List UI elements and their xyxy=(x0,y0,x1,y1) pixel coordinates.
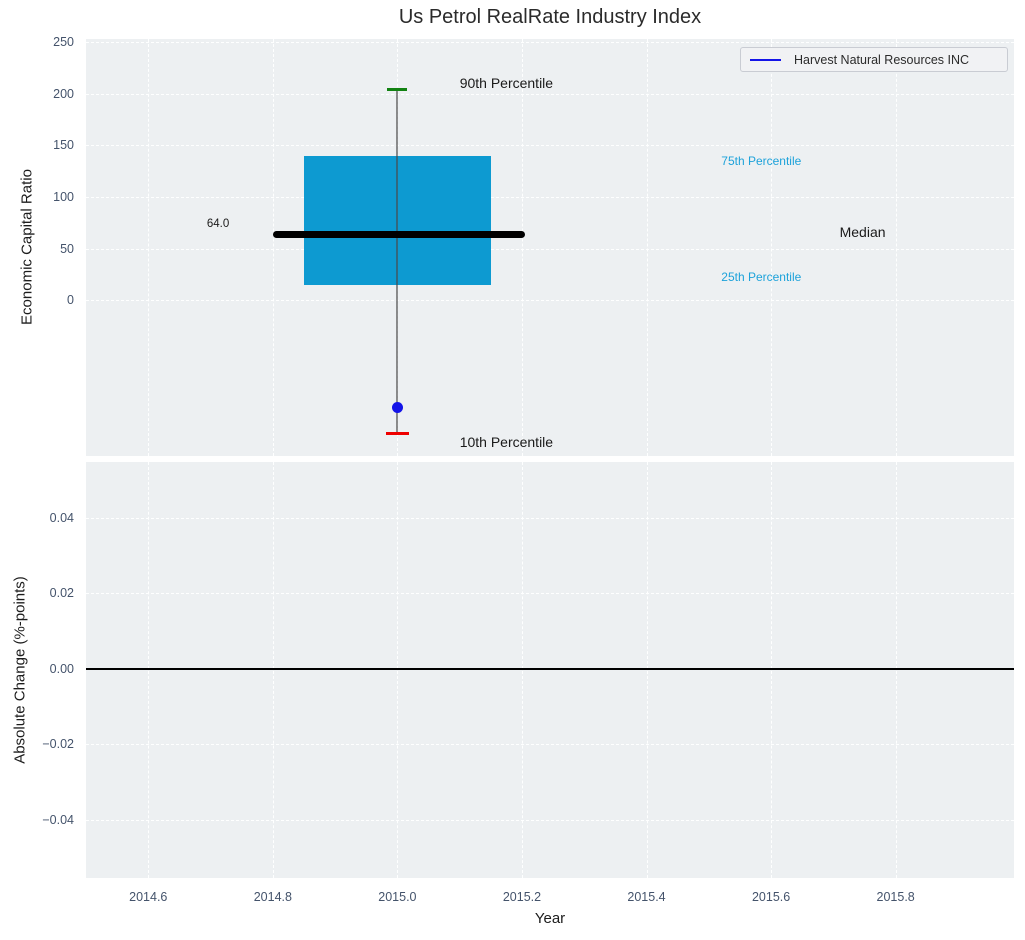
y-gridline xyxy=(86,744,1014,746)
y-gridline xyxy=(86,145,1014,147)
top-axes: 90th Percentile 10th Percentile 75th Perce… xyxy=(86,39,1014,456)
x-tick-label: 2015.0 xyxy=(378,890,417,904)
annotation-10th-percentile: 10th Percentile xyxy=(459,433,554,450)
y-gridline xyxy=(86,517,1014,519)
company-point xyxy=(391,401,403,413)
annotation-75th-percentile: 75th Percentile xyxy=(721,153,802,168)
y-tick-label: 0.02 xyxy=(49,586,74,601)
p10-cap xyxy=(386,431,409,435)
y-tick-label: −0.02 xyxy=(42,737,74,752)
x-tick-label: 2015.4 xyxy=(627,890,666,904)
x-gridline xyxy=(895,39,897,456)
y-tick-label: 0.04 xyxy=(49,510,74,525)
y-tick-label: 150 xyxy=(53,138,74,153)
annotation-25th-percentile: 25th Percentile xyxy=(721,270,802,285)
y-tick-label: 250 xyxy=(53,35,74,50)
x-gridline xyxy=(771,39,773,456)
legend: Harvest Natural Resources INC xyxy=(740,47,1008,72)
bottom-axes xyxy=(86,462,1014,878)
x-gridline xyxy=(272,39,274,456)
y-tick-label: 0 xyxy=(67,293,74,308)
annotation-median: Median xyxy=(839,224,886,241)
x-gridline xyxy=(521,462,523,878)
median-line xyxy=(272,230,526,238)
y-tick-label: 100 xyxy=(53,189,74,204)
x-gridline xyxy=(148,39,150,456)
x-tick-label: 2014.8 xyxy=(253,890,292,904)
x-gridline xyxy=(148,462,150,878)
x-tick-label: 2015.2 xyxy=(502,890,542,904)
x-tick-label: 2015.6 xyxy=(751,890,791,904)
x-gridline xyxy=(521,39,523,456)
y-tick-label: 200 xyxy=(53,86,74,101)
y-gridline xyxy=(86,300,1014,302)
whisker-line xyxy=(396,89,399,434)
y-gridline xyxy=(86,819,1014,821)
x-axis-label: Year xyxy=(534,910,566,927)
x-gridline xyxy=(272,462,274,878)
y-tick-label: −0.04 xyxy=(42,812,74,827)
legend-line-swatch xyxy=(750,58,781,61)
annotation-64-0: 64.0 xyxy=(206,217,230,230)
figure: Us Petrol RealRate Industry Index Econom… xyxy=(0,0,1025,940)
x-gridline xyxy=(646,39,648,456)
y-gridline xyxy=(86,196,1014,198)
x-gridline xyxy=(397,462,399,878)
y-gridline xyxy=(86,42,1014,44)
x-tick-label: 2014.6 xyxy=(129,890,168,904)
annotation-90th-percentile: 90th Percentile xyxy=(459,75,554,92)
y-tick-label: 0.00 xyxy=(49,661,74,676)
y-gridline xyxy=(86,248,1014,250)
chart-title: Us Petrol RealRate Industry Index xyxy=(398,6,702,28)
zero-line xyxy=(86,667,1014,670)
p90-cap xyxy=(387,88,408,92)
legend-label: Harvest Natural Resources INC xyxy=(794,52,970,67)
y-gridline xyxy=(86,93,1014,95)
x-gridline xyxy=(771,462,773,878)
y-gridline xyxy=(86,593,1014,595)
x-gridline xyxy=(646,462,648,878)
x-gridline xyxy=(895,462,897,878)
y-tick-label: 50 xyxy=(60,241,74,256)
x-tick-label: 2015.8 xyxy=(876,890,915,904)
